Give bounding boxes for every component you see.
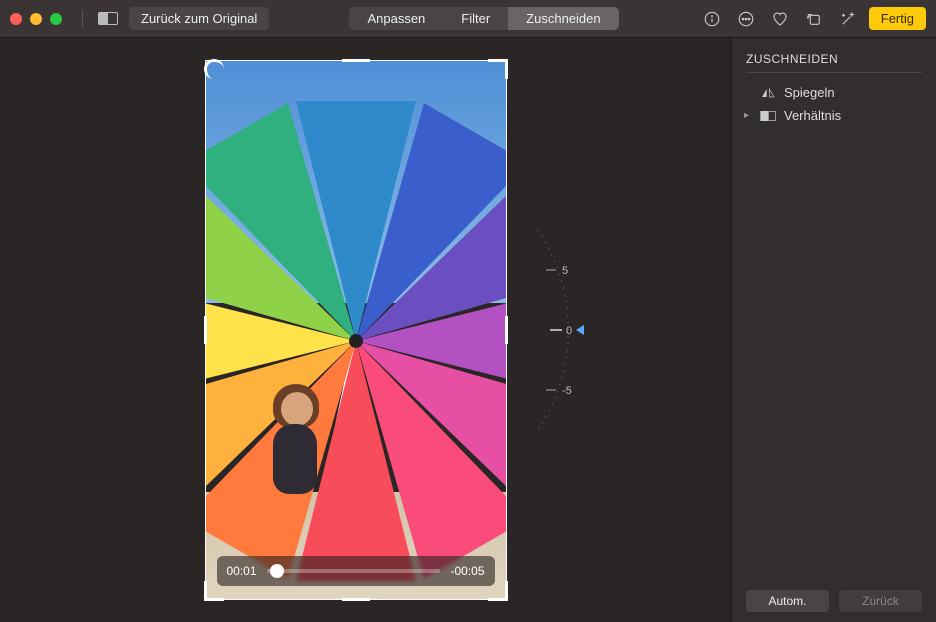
canvas-area: 00:01 -00:05 bbox=[0, 38, 731, 622]
dial-label-minus5: -5 bbox=[562, 385, 572, 397]
close-window-button[interactable] bbox=[10, 13, 22, 25]
tab-crop[interactable]: Zuschneiden bbox=[508, 7, 618, 30]
chevron-right-icon: ▸ bbox=[744, 110, 752, 121]
tab-adjust[interactable]: Anpassen bbox=[349, 7, 443, 30]
trim-track[interactable] bbox=[267, 569, 441, 573]
sidebar-footer: Autom. Zurück bbox=[746, 590, 922, 612]
flip-button[interactable]: Spiegeln bbox=[746, 81, 922, 104]
video-trim-bar[interactable]: 00:01 -00:05 bbox=[217, 556, 495, 586]
zoom-window-button[interactable] bbox=[50, 13, 62, 25]
auto-crop-button[interactable]: Autom. bbox=[746, 590, 829, 612]
aspect-label: Verhältnis bbox=[784, 108, 841, 123]
rotate-icon[interactable] bbox=[801, 6, 827, 32]
aspect-ratio-button[interactable]: ▸ Verhältnis bbox=[746, 104, 922, 127]
spacer bbox=[744, 87, 752, 98]
trim-playhead[interactable] bbox=[270, 564, 284, 578]
straighten-dial[interactable]: 5 0 -5 bbox=[518, 220, 588, 440]
sidebar-title: ZUSCHNEIDEN bbox=[746, 52, 922, 73]
window-controls bbox=[10, 13, 62, 25]
revert-to-original-button[interactable]: Zurück zum Original bbox=[129, 7, 269, 30]
crop-sidebar: ZUSCHNEIDEN Spiegeln ▸ Verhältnis Autom.… bbox=[731, 38, 936, 622]
done-button[interactable]: Fertig bbox=[869, 7, 926, 30]
dial-label-plus5: 5 bbox=[562, 265, 568, 277]
minimize-window-button[interactable] bbox=[30, 13, 42, 25]
reset-crop-button[interactable]: Zurück bbox=[839, 590, 922, 612]
info-icon[interactable] bbox=[699, 6, 725, 32]
dial-label-zero: 0 bbox=[566, 325, 572, 337]
flip-icon bbox=[760, 86, 776, 100]
tab-filter[interactable]: Filter bbox=[443, 7, 508, 30]
compare-split-icon[interactable] bbox=[95, 6, 121, 32]
trim-current-time: 00:01 bbox=[227, 564, 257, 578]
more-icon[interactable] bbox=[733, 6, 759, 32]
titlebar: Zurück zum Original Anpassen Filter Zusc… bbox=[0, 0, 936, 38]
crop-region[interactable]: 00:01 -00:05 bbox=[205, 60, 507, 600]
auto-enhance-icon[interactable] bbox=[835, 6, 861, 32]
aspect-icon bbox=[760, 109, 776, 123]
trim-remaining-time: -00:05 bbox=[450, 564, 484, 578]
person-graphic bbox=[259, 384, 329, 524]
photo-preview: 00:01 -00:05 bbox=[205, 60, 507, 600]
favorite-heart-icon[interactable] bbox=[767, 6, 793, 32]
umbrella-graphic bbox=[205, 101, 507, 581]
content-area: 00:01 -00:05 bbox=[0, 38, 936, 622]
edit-mode-tabs: Anpassen Filter Zuschneiden bbox=[349, 7, 618, 30]
divider bbox=[82, 10, 83, 28]
dial-pointer-icon bbox=[576, 325, 584, 335]
flip-label: Spiegeln bbox=[784, 85, 835, 100]
